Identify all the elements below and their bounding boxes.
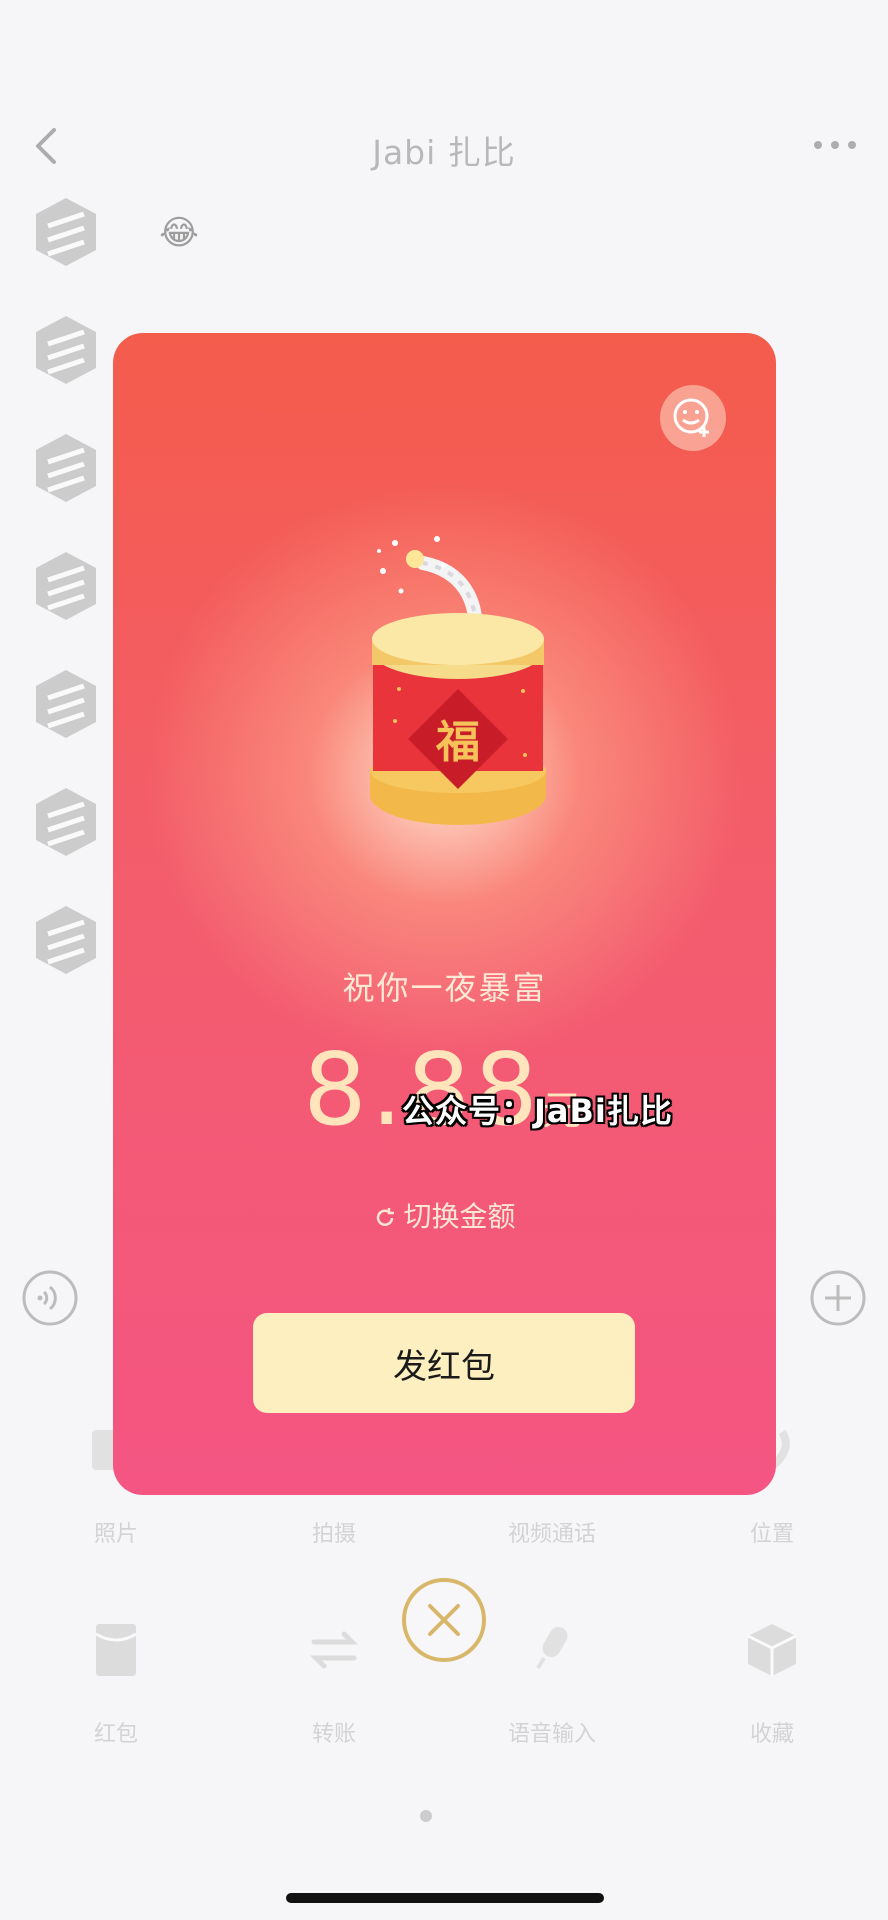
transfer-icon — [309, 1631, 359, 1669]
switch-amount-link[interactable]: 切换金额 — [113, 1195, 776, 1235]
panel-item-transfer[interactable]: 转账 — [249, 1620, 419, 1748]
laugh-emoji: 😂 — [159, 213, 199, 253]
page-indicator-dot — [420, 1810, 432, 1822]
avatar[interactable] — [34, 314, 98, 386]
close-icon — [428, 1604, 460, 1636]
voice-icon[interactable] — [22, 1270, 78, 1326]
red-packet-card: 福 祝你一夜暴富 8.88元 切换金额 发红包 — [113, 333, 776, 1495]
panel-label: 拍摄 — [311, 1522, 356, 1547]
panel-label: 视频通话 — [507, 1522, 596, 1547]
panel-label: 红包 — [93, 1722, 138, 1747]
panel-item-voice-input[interactable]: 语音输入 — [467, 1620, 637, 1748]
avatar[interactable] — [34, 550, 98, 622]
avatar[interactable] — [34, 668, 98, 740]
chat-title: Jabi 扎比 — [372, 133, 516, 172]
panel-item-red-packet[interactable]: 红包 — [31, 1620, 201, 1748]
fortune-badge-char: 福 — [435, 717, 480, 768]
home-indicator — [286, 1893, 604, 1903]
microphone-icon — [536, 1626, 568, 1670]
panel-label: 语音输入 — [507, 1722, 596, 1747]
panel-item-favorites[interactable]: 收藏 — [687, 1620, 857, 1748]
avatar[interactable] — [34, 432, 98, 504]
red-packet-icon — [95, 1624, 137, 1676]
panel-label: 转账 — [311, 1722, 356, 1747]
avatar[interactable] — [34, 904, 98, 976]
send-red-packet-button[interactable]: 发红包 — [253, 1313, 635, 1413]
refresh-icon — [377, 1208, 395, 1226]
watermark-overlay: 公众号：JaBi扎比 — [402, 1092, 673, 1130]
navigation-bar: Jabi 扎比 — [0, 110, 888, 180]
blessing-text: 祝你一夜暴富 — [342, 969, 547, 1007]
panel-label: 收藏 — [749, 1722, 794, 1747]
plus-icon[interactable] — [810, 1270, 866, 1326]
firecracker-illustration: 福 — [370, 536, 546, 825]
avatar[interactable] — [34, 786, 98, 858]
panel-label: 位置 — [749, 1522, 794, 1547]
close-button[interactable] — [402, 1578, 486, 1662]
cube-icon — [747, 1624, 797, 1676]
switch-amount-label: 切换金额 — [403, 1200, 516, 1233]
panel-label: 照片 — [93, 1522, 138, 1547]
more-dots-icon[interactable] — [810, 132, 860, 158]
emoji-add-icon[interactable] — [660, 385, 726, 451]
avatar[interactable] — [34, 196, 98, 268]
